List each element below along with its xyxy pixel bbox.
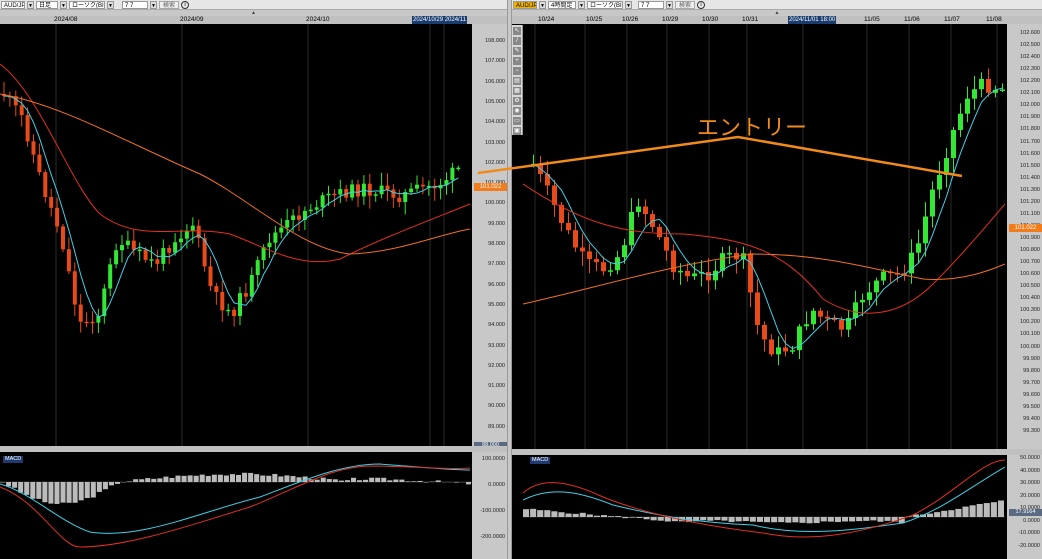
entry-arrow-line xyxy=(477,135,963,178)
annotation-lines xyxy=(477,135,963,178)
entry-annotation: エントリー xyxy=(697,116,808,141)
